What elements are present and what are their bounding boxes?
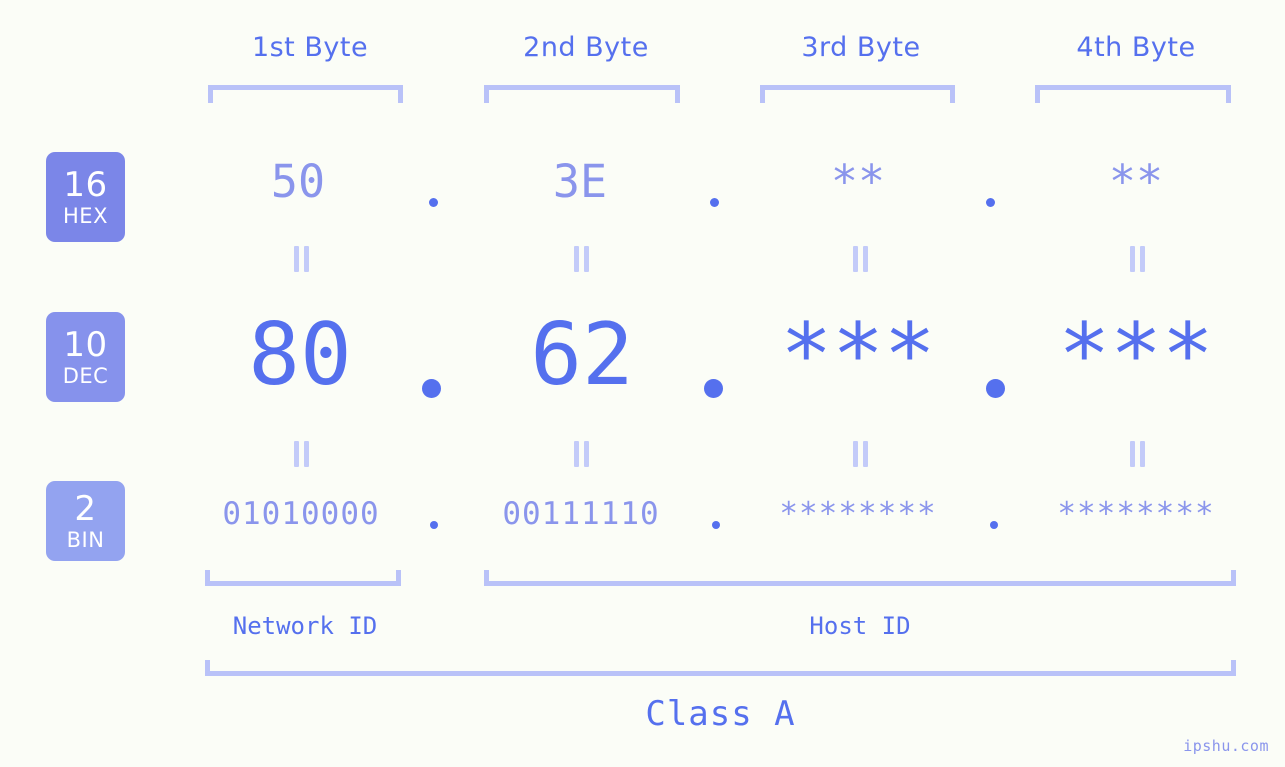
- radix-badge-dec-label: DEC: [62, 363, 109, 388]
- bin-dot-2: [712, 521, 720, 529]
- watermark: ipshu.com: [1183, 737, 1269, 755]
- host-id-bracket: [484, 570, 1236, 586]
- hex-dot-2: [710, 198, 719, 207]
- radix-badge-bin-label: BIN: [66, 527, 105, 552]
- hex-dot-3: [986, 198, 995, 207]
- byte-header-4: 4th Byte: [1076, 32, 1196, 63]
- bin-dot-1: [430, 521, 438, 529]
- dec-byte-1: 80: [248, 305, 352, 405]
- hex-byte-2: 3E: [552, 155, 608, 208]
- class-label: Class A: [645, 694, 796, 734]
- byte-header-3: 3rd Byte: [801, 32, 921, 63]
- radix-badge-hex-label: HEX: [63, 203, 108, 228]
- hex-byte-1: 50: [270, 155, 326, 208]
- radix-badge-dec: 10 DEC: [46, 312, 125, 402]
- hex-dot-1: [429, 198, 438, 207]
- radix-badge-bin-number: 2: [74, 488, 97, 529]
- host-id-label: Host ID: [809, 612, 911, 640]
- equals-connector-6: [570, 441, 592, 467]
- hex-byte-4: **: [1108, 155, 1164, 208]
- radix-badge-bin: 2 BIN: [46, 481, 125, 561]
- radix-badge-hex-number: 16: [63, 164, 108, 205]
- byte-header-1: 1st Byte: [251, 32, 369, 63]
- class-bracket: [205, 660, 1236, 676]
- bin-byte-2: 00111110: [502, 496, 660, 532]
- byte-bracket-1: [208, 85, 403, 103]
- radix-badge-hex: 16 HEX: [46, 152, 125, 242]
- dec-dot-1: [422, 379, 441, 398]
- bin-dot-3: [990, 521, 998, 529]
- dec-dot-2: [704, 379, 723, 398]
- dec-dot-3: [986, 379, 1005, 398]
- byte-bracket-2: [484, 85, 680, 103]
- network-id-label: Network ID: [232, 612, 378, 640]
- radix-badge-dec-number: 10: [63, 324, 108, 365]
- dec-byte-3: ***: [780, 305, 936, 405]
- byte-header-2: 2nd Byte: [523, 32, 649, 63]
- bin-byte-4: ********: [1057, 496, 1215, 532]
- bin-byte-3: ********: [779, 496, 937, 532]
- equals-connector-7: [849, 441, 871, 467]
- equals-connector-3: [849, 246, 871, 272]
- bin-byte-1: 01010000: [222, 496, 380, 532]
- hex-byte-3: **: [830, 155, 886, 208]
- byte-bracket-3: [760, 85, 955, 103]
- equals-connector-1: [290, 246, 312, 272]
- ip-breakdown-diagram: 1st Byte 2nd Byte 3rd Byte 4th Byte 16 H…: [0, 0, 1285, 767]
- equals-connector-8: [1126, 441, 1148, 467]
- equals-connector-5: [290, 441, 312, 467]
- dec-byte-4: ***: [1058, 305, 1214, 405]
- network-id-bracket: [205, 570, 401, 586]
- equals-connector-2: [570, 246, 592, 272]
- equals-connector-4: [1126, 246, 1148, 272]
- dec-byte-2: 62: [530, 305, 634, 405]
- byte-bracket-4: [1035, 85, 1231, 103]
